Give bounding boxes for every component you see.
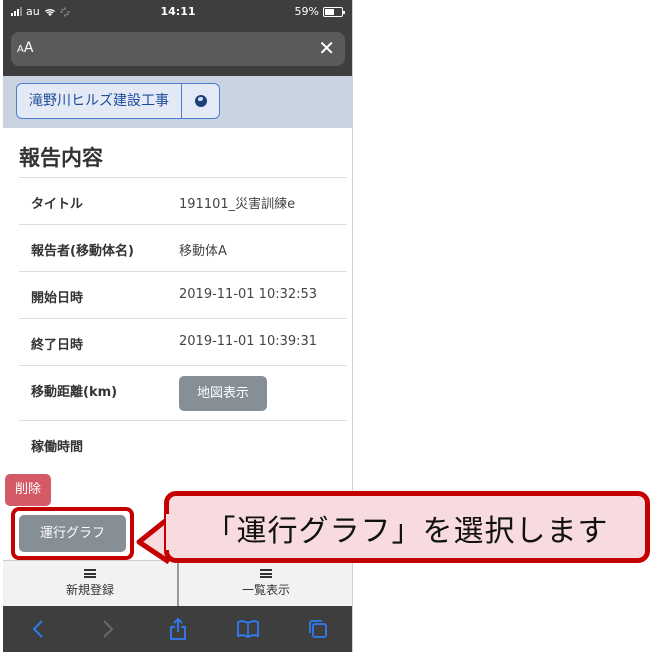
row-label: 報告者(移動体名) <box>31 244 134 259</box>
site-selector[interactable]: 滝野川ヒルズ建設工事 <box>16 83 220 119</box>
delete-button[interactable]: 削除 <box>5 474 51 506</box>
row-label: 稼働時間 <box>31 440 84 455</box>
row-value: 移動体A <box>179 244 227 259</box>
bookmarks-icon[interactable] <box>233 614 263 644</box>
row-label: 移動距離(km) <box>31 385 118 400</box>
instruction-callout: 「運行グラフ」を選択します <box>164 491 650 563</box>
page-title: 報告内容 <box>19 146 103 170</box>
nav-label: 一覧表示 <box>241 583 290 597</box>
url-field[interactable]: AA ✕ <box>11 32 345 66</box>
map-display-button[interactable]: 地図表示 <box>179 376 267 411</box>
operation-graph-button[interactable]: 運行グラフ <box>19 515 126 552</box>
site-header: 滝野川ヒルズ建設工事 <box>3 76 352 128</box>
row-label: 開始日時 <box>31 291 84 306</box>
report-row-start: 開始日時 2019-11-01 10:32:53 <box>19 272 347 319</box>
report-row-title: タイトル 191101_災害訓練e <box>19 178 347 225</box>
report-row-reporter: 報告者(移動体名) 移動体A <box>19 225 347 272</box>
report-row-operating-time: 稼働時間 <box>19 421 347 468</box>
row-label: タイトル <box>31 197 84 212</box>
globe-icon <box>194 95 207 107</box>
globe-button[interactable] <box>181 84 219 118</box>
callout-joint <box>166 514 176 550</box>
forward-icon[interactable] <box>93 614 123 644</box>
app-bottom-nav: 新規登録 一覧表示 <box>3 560 352 606</box>
safari-toolbar <box>3 606 352 652</box>
nav-label: 新規登録 <box>65 583 114 597</box>
battery-icon <box>323 6 345 17</box>
tabs-icon[interactable] <box>303 614 333 644</box>
battery-percent: 59% <box>294 5 319 18</box>
nav-list-view[interactable]: 一覧表示 <box>177 561 352 606</box>
nav-new-register[interactable]: 新規登録 <box>3 561 177 606</box>
status-right: 59% <box>294 5 345 18</box>
share-icon[interactable] <box>163 614 193 644</box>
report-row-end: 終了日時 2019-11-01 10:39:31 <box>19 319 347 366</box>
callout-text: 「運行グラフ」を選択します <box>205 514 609 549</box>
row-value: 191101_災害訓練e <box>179 197 296 212</box>
status-bar: au 14:11 59% <box>3 0 352 26</box>
row-value: 2019-11-01 10:32:53 <box>179 287 318 302</box>
close-icon[interactable]: ✕ <box>318 37 335 59</box>
row-label: 終了日時 <box>31 338 84 353</box>
site-name[interactable]: 滝野川ヒルズ建設工事 <box>17 84 181 118</box>
row-value: 2019-11-01 10:39:31 <box>179 334 318 349</box>
back-icon[interactable] <box>23 614 53 644</box>
list-icon <box>260 569 272 578</box>
address-bar: AA ✕ <box>3 26 352 76</box>
list-icon <box>84 569 96 578</box>
text-size-button[interactable]: AA <box>17 40 33 56</box>
